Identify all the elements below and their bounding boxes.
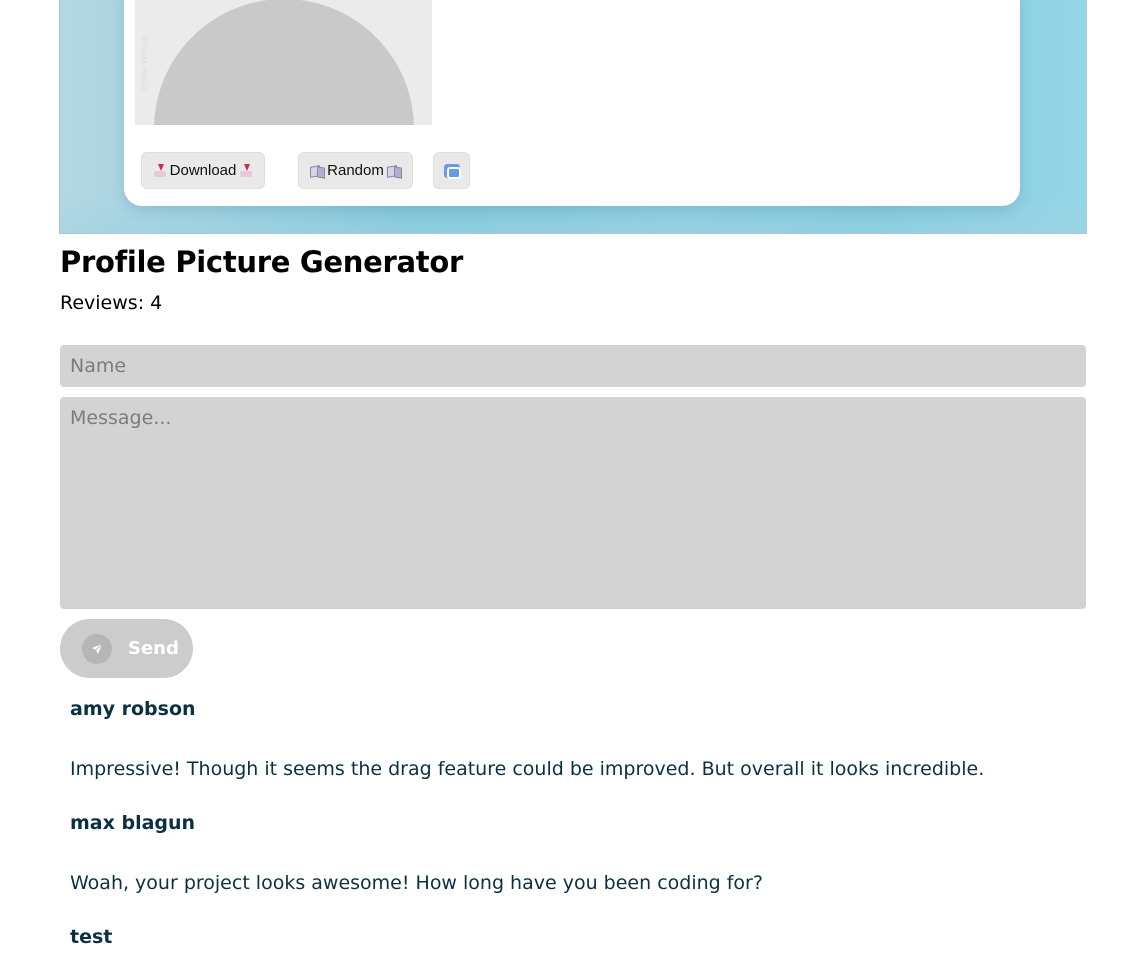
- review-item: test: [70, 926, 112, 948]
- inbox-tray-icon: [239, 163, 253, 178]
- profile-picture-canvas[interactable]: Profile Picture: [135, 0, 432, 125]
- review-item: max blagun: [70, 812, 195, 834]
- repeat-icon: [443, 163, 461, 179]
- avatar-head-shape: [154, 0, 414, 125]
- repeat-button[interactable]: [433, 152, 470, 189]
- review-author: amy robson: [70, 698, 196, 720]
- message-input[interactable]: [60, 397, 1086, 609]
- dice-icon: [310, 164, 324, 177]
- page: Profile Picture Download Random Profile …: [0, 0, 1130, 958]
- preview-banner: Profile Picture Download Random: [59, 0, 1087, 234]
- download-button[interactable]: Download: [141, 152, 265, 189]
- download-label: Download: [169, 162, 237, 179]
- review-author: test: [70, 926, 113, 948]
- review-item: amy robson: [70, 698, 196, 720]
- review-item: Impressive! Though it seems the drag fea…: [70, 758, 984, 780]
- review-text: Woah, your project looks awesome! How lo…: [70, 872, 763, 894]
- generator-card: Profile Picture Download Random: [124, 0, 1020, 206]
- review-item: Woah, your project looks awesome! How lo…: [70, 872, 763, 894]
- review-text: Impressive! Though it seems the drag fea…: [70, 758, 985, 780]
- dice-icon: [387, 164, 401, 177]
- page-title: Profile Picture Generator: [60, 245, 463, 279]
- review-author: max blagun: [70, 812, 196, 834]
- send-label: Send: [128, 638, 179, 659]
- random-label: Random: [327, 162, 384, 179]
- canvas-watermark: Profile Picture: [139, 36, 149, 91]
- name-input[interactable]: [60, 345, 1086, 387]
- reviews-count: Reviews: 4: [60, 292, 163, 314]
- inbox-tray-icon: [153, 163, 167, 178]
- paper-plane-icon: [82, 633, 112, 664]
- random-button[interactable]: Random: [298, 152, 413, 189]
- send-button[interactable]: Send: [60, 619, 193, 678]
